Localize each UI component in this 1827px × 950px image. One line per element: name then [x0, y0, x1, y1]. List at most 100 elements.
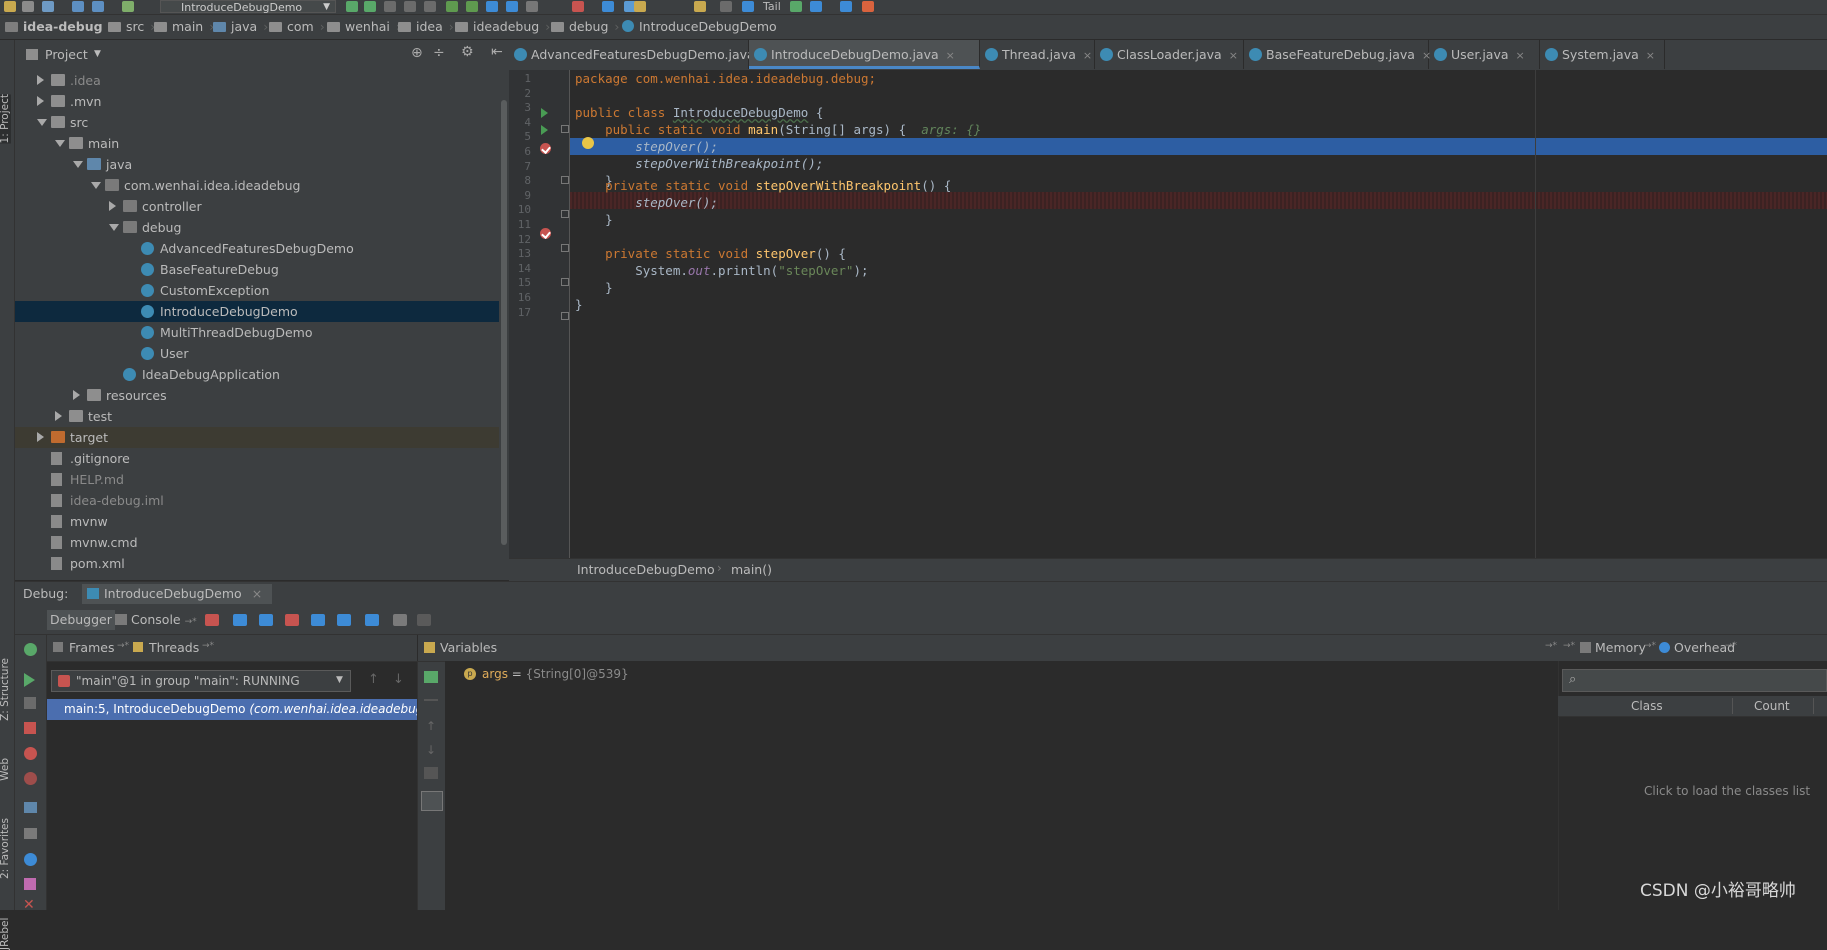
tree-item[interactable]: java	[15, 154, 499, 175]
editor-tab-basefeaturedebug[interactable]: BaseFeatureDebug.java ×	[1244, 40, 1431, 69]
vcs-branches-icon[interactable]	[694, 1, 706, 12]
chevron-right-icon[interactable]	[55, 411, 62, 421]
fold-icon[interactable]	[561, 278, 569, 286]
fold-icon[interactable]	[561, 176, 569, 184]
tree-item[interactable]: IntroduceDebugDemo	[15, 301, 499, 322]
chevron-down-icon[interactable]	[55, 140, 65, 147]
tree-item[interactable]: target	[15, 427, 499, 448]
fold-icon[interactable]	[561, 125, 569, 133]
layout-icon[interactable]	[24, 828, 37, 839]
debugger-tab[interactable]: Debugger	[47, 610, 115, 630]
arrow-up-icon[interactable]: ↑	[426, 719, 436, 733]
jrebel-run-icon[interactable]	[446, 1, 458, 12]
close-icon[interactable]: ×	[252, 586, 262, 601]
breadcrumb-src[interactable]: src ›	[108, 19, 155, 35]
memory-tab[interactable]: Memory	[1595, 640, 1646, 655]
debug-session-tab[interactable]: IntroduceDebugDemo ×	[82, 584, 273, 604]
vcs-update-icon[interactable]	[602, 1, 614, 12]
editor-tab-user[interactable]: User.java ×	[1429, 40, 1540, 69]
pin-icon[interactable]	[24, 878, 36, 890]
hide-icon[interactable]: ⇤	[491, 44, 503, 60]
evaluate-expression-icon[interactable]	[393, 614, 407, 626]
editor-tab-advancedfeaturesdebugdemo[interactable]: AdvancedFeaturesDebugDemo.java×	[509, 40, 771, 69]
sync-icon[interactable]	[42, 1, 54, 12]
editor-crumb-class[interactable]: IntroduceDebugDemo	[577, 562, 715, 577]
editor-tab-system[interactable]: System.java ×	[1540, 40, 1665, 69]
editor-tab-thread[interactable]: Thread.java ×	[980, 40, 1095, 69]
tool-tab-web[interactable]: Web	[0, 758, 11, 781]
coverage-icon[interactable]	[384, 1, 396, 12]
tree-item[interactable]: IdeaDebugApplication	[15, 364, 499, 385]
jrebel-debug-icon[interactable]	[466, 1, 478, 12]
lightbulb-icon[interactable]	[582, 137, 594, 149]
new-watch-icon[interactable]	[424, 671, 438, 683]
attach-icon[interactable]	[424, 1, 436, 12]
chevron-right-icon[interactable]	[109, 201, 116, 211]
chevron-right-icon[interactable]	[37, 75, 44, 85]
pin-tab-icon[interactable]: →*	[1725, 641, 1737, 651]
variable-row[interactable]: p args = {String[0]@539}	[445, 665, 1045, 685]
tree-item[interactable]: src	[15, 112, 499, 133]
no-entry-icon[interactable]	[810, 1, 822, 12]
structure-icon[interactable]	[742, 1, 754, 12]
editor-tab-introducedebugdemo[interactable]: IntroduceDebugDemo.java ×	[749, 40, 980, 69]
step-out-icon[interactable]	[311, 614, 325, 626]
tree-item[interactable]: controller	[15, 196, 499, 217]
resume-icon[interactable]	[24, 673, 35, 687]
close-icon[interactable]: ×	[1083, 49, 1092, 62]
editor-tab-classloader[interactable]: ClassLoader.java ×	[1095, 40, 1244, 69]
chevron-down-icon[interactable]	[109, 224, 119, 231]
tree-item[interactable]: main	[15, 133, 499, 154]
pin-tab-icon[interactable]: →*	[1644, 641, 1656, 651]
tool-tab-jrebel[interactable]: JRebel	[0, 915, 11, 950]
tree-item[interactable]: .mvn	[15, 91, 499, 112]
close-icon[interactable]: ×	[1516, 49, 1525, 62]
vcs-push-icon[interactable]	[634, 1, 646, 12]
console-tab[interactable]: Console →*	[115, 610, 197, 630]
variables-pane[interactable]: p args = {String[0]@539}	[445, 661, 1558, 910]
frame-list-item[interactable]: main:5, IntroduceDebugDemo (com.wenhai.i…	[47, 699, 435, 720]
run-main-icon[interactable]	[541, 125, 548, 135]
step-over-icon[interactable]	[233, 614, 247, 626]
tree-item[interactable]: mvnw.cmd	[15, 532, 499, 553]
view-breakpoints-icon[interactable]	[24, 747, 37, 760]
run-configuration-select[interactable]: IntroduceDebugDemo ▼	[160, 0, 336, 14]
terminal-icon[interactable]	[790, 1, 802, 12]
tree-item[interactable]: .gitignore	[15, 448, 499, 469]
pin-tab-icon[interactable]: →*	[117, 641, 129, 651]
breakpoint-icon[interactable]	[540, 228, 551, 239]
editor-crumb-method[interactable]: main()	[731, 562, 772, 577]
drop-frame-icon[interactable]	[337, 614, 351, 626]
arrow-down-icon[interactable]: ↓	[393, 672, 404, 687]
close-icon[interactable]: ×	[1646, 49, 1655, 62]
run-to-cursor-icon[interactable]	[365, 614, 379, 626]
tree-item[interactable]: resources	[15, 385, 499, 406]
show-watches-toggle[interactable]	[421, 791, 443, 811]
settings-plugin-icon[interactable]	[862, 1, 874, 12]
pause-icon[interactable]	[24, 697, 36, 709]
run-class-icon[interactable]	[541, 108, 548, 118]
breadcrumb-java[interactable]: java ›	[213, 19, 268, 35]
rerun-icon[interactable]	[24, 643, 37, 656]
tool-tab-favorites[interactable]: 2: Favorites	[0, 818, 11, 879]
tree-item[interactable]: mvnw	[15, 511, 499, 532]
breadcrumb-com[interactable]: com ›	[269, 19, 325, 35]
tree-item[interactable]: pom.xml	[15, 553, 499, 574]
fold-icon[interactable]	[561, 210, 569, 218]
tree-item[interactable]: debug	[15, 217, 499, 238]
stop-icon[interactable]	[24, 722, 36, 734]
chevron-right-icon[interactable]	[37, 96, 44, 106]
remove-watch-icon[interactable]	[424, 699, 438, 701]
close-icon[interactable]: ×	[1229, 49, 1238, 62]
settings-icon[interactable]	[24, 853, 37, 866]
open-icon[interactable]	[4, 1, 16, 12]
back-icon[interactable]	[72, 1, 84, 12]
debug-icon[interactable]	[364, 1, 376, 12]
breadcrumb-project[interactable]: idea-debug›	[5, 19, 114, 35]
update-icon[interactable]	[486, 1, 498, 12]
run-icon[interactable]	[346, 1, 358, 12]
variables-tab[interactable]: Variables	[440, 640, 497, 655]
project-view-select[interactable]: Project	[45, 47, 88, 62]
tree-item[interactable]: MultiThreadDebugDemo	[15, 322, 499, 343]
column-class[interactable]: Class	[1631, 699, 1663, 713]
